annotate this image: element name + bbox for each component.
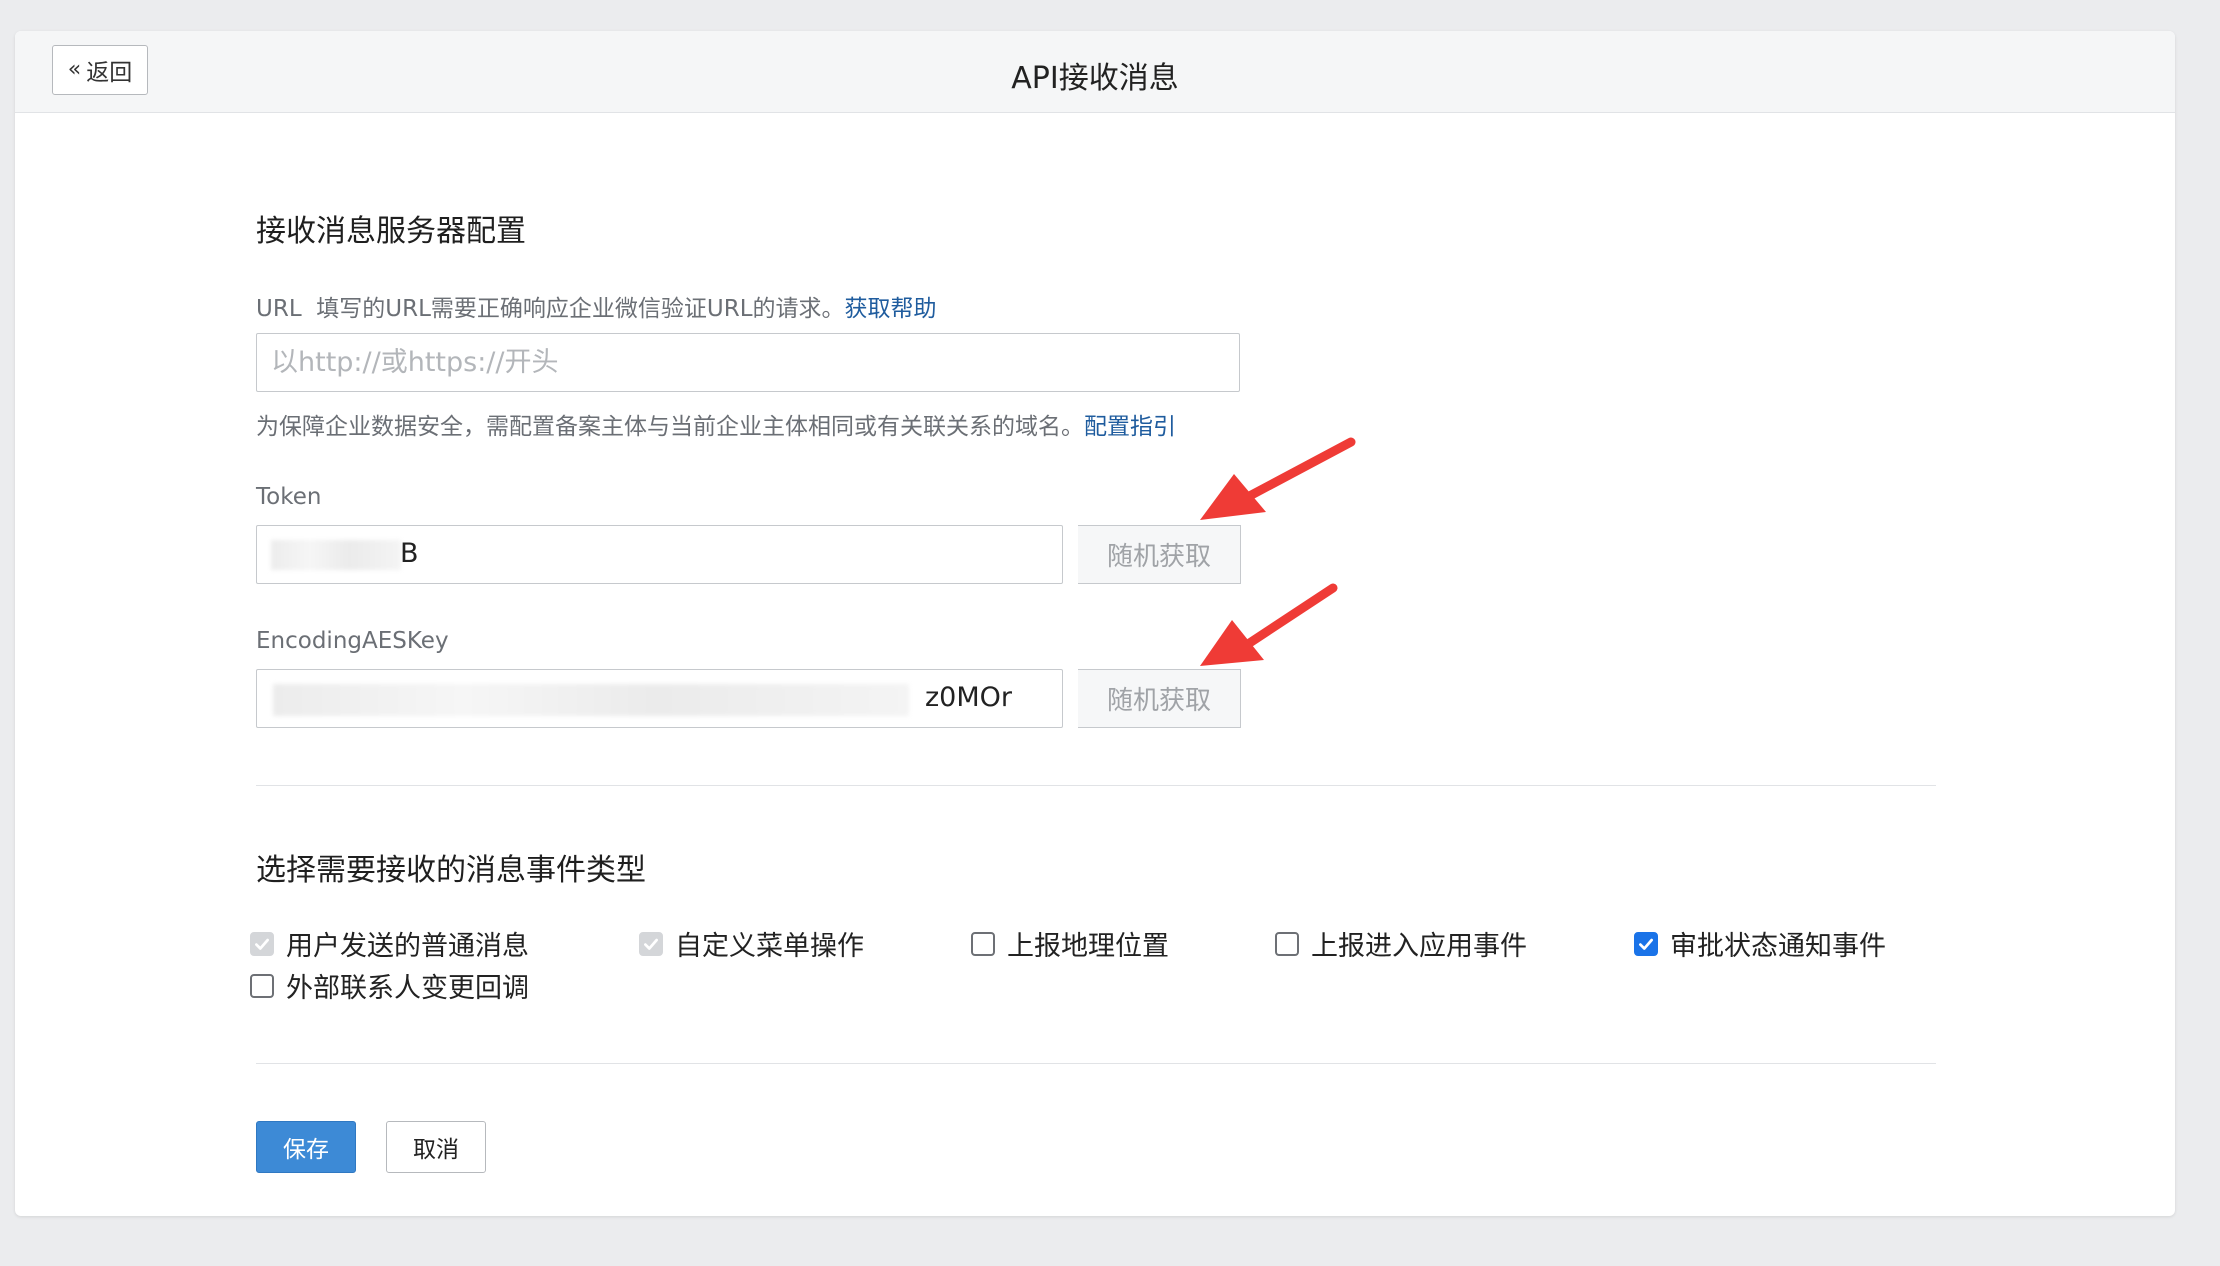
url-label-prefix: URL	[256, 296, 302, 322]
url-label: URL 填写的URL需要正确响应企业微信验证URL的请求。获取帮助	[256, 289, 937, 323]
config-panel: « 返回 API接收消息 接收消息服务器配置 URL 填写的URL需要正确响应企…	[15, 31, 2175, 1216]
page-title: API接收消息	[1011, 61, 1179, 96]
page-header: « 返回 API接收消息	[15, 31, 2175, 113]
checkbox-label: 上报进入应用事件	[1311, 931, 1527, 962]
checkbox-custom-menu[interactable]: 自定义菜单操作	[639, 924, 864, 963]
checkbox-external-contact[interactable]: 外部联系人变更回调	[250, 966, 529, 1005]
url-help-link[interactable]: 获取帮助	[845, 296, 937, 322]
checkbox-location[interactable]: 上报地理位置	[971, 924, 1169, 963]
checkbox-user-message[interactable]: 用户发送的普通消息	[250, 924, 529, 963]
cancel-button[interactable]: 取消	[386, 1121, 486, 1173]
checkbox-box	[971, 931, 995, 956]
server-config-title: 接收消息服务器配置	[256, 214, 526, 249]
token-redacted	[271, 540, 401, 570]
checkmark-icon	[644, 938, 658, 950]
checkbox-label: 审批状态通知事件	[1670, 931, 1886, 962]
url-input[interactable]	[256, 333, 1240, 392]
aeskey-value: z0MOr	[925, 682, 1012, 713]
checkbox-box	[250, 931, 274, 956]
checkbox-box	[639, 931, 663, 956]
section-divider	[256, 785, 1936, 786]
domain-hint: 为保障企业数据安全，需配置备案主体与当前企业主体相同或有关联关系的域名。配置指引	[256, 407, 1176, 441]
annotation-arrow-icon	[1200, 583, 1338, 666]
checkmark-icon	[255, 938, 269, 950]
aeskey-label: EncodingAESKey	[256, 628, 449, 654]
annotation-arrow-icon	[1200, 437, 1356, 520]
checkbox-enter-agent[interactable]: 上报进入应用事件	[1275, 924, 1527, 963]
checkbox-approval-status[interactable]: 审批状态通知事件	[1634, 924, 1886, 963]
domain-hint-text: 为保障企业数据安全，需配置备案主体与当前企业主体相同或有关联关系的域名。	[256, 414, 1084, 440]
save-button[interactable]: 保存	[256, 1121, 356, 1173]
token-random-button[interactable]: 随机获取	[1078, 525, 1241, 584]
checkbox-label: 用户发送的普通消息	[286, 931, 529, 962]
token-input[interactable]: B	[256, 525, 1063, 584]
domain-config-guide-link[interactable]: 配置指引	[1084, 414, 1176, 440]
checkbox-label: 上报地理位置	[1007, 931, 1169, 962]
actions-divider	[256, 1063, 1936, 1064]
checkbox-box	[1275, 931, 1299, 956]
token-label: Token	[256, 484, 322, 510]
aeskey-redacted	[273, 684, 909, 716]
checkbox-label: 自定义菜单操作	[675, 931, 864, 962]
checkbox-box	[250, 973, 274, 998]
token-value: B	[400, 538, 419, 569]
checkbox-box	[1634, 931, 1658, 956]
checkmark-icon	[1639, 938, 1653, 950]
aeskey-input[interactable]: z0MOr	[256, 669, 1063, 728]
url-label-desc: 填写的URL需要正确响应企业微信验证URL的请求。	[316, 296, 845, 322]
checkbox-label: 外部联系人变更回调	[286, 973, 529, 1004]
event-types-title: 选择需要接收的消息事件类型	[256, 853, 646, 888]
